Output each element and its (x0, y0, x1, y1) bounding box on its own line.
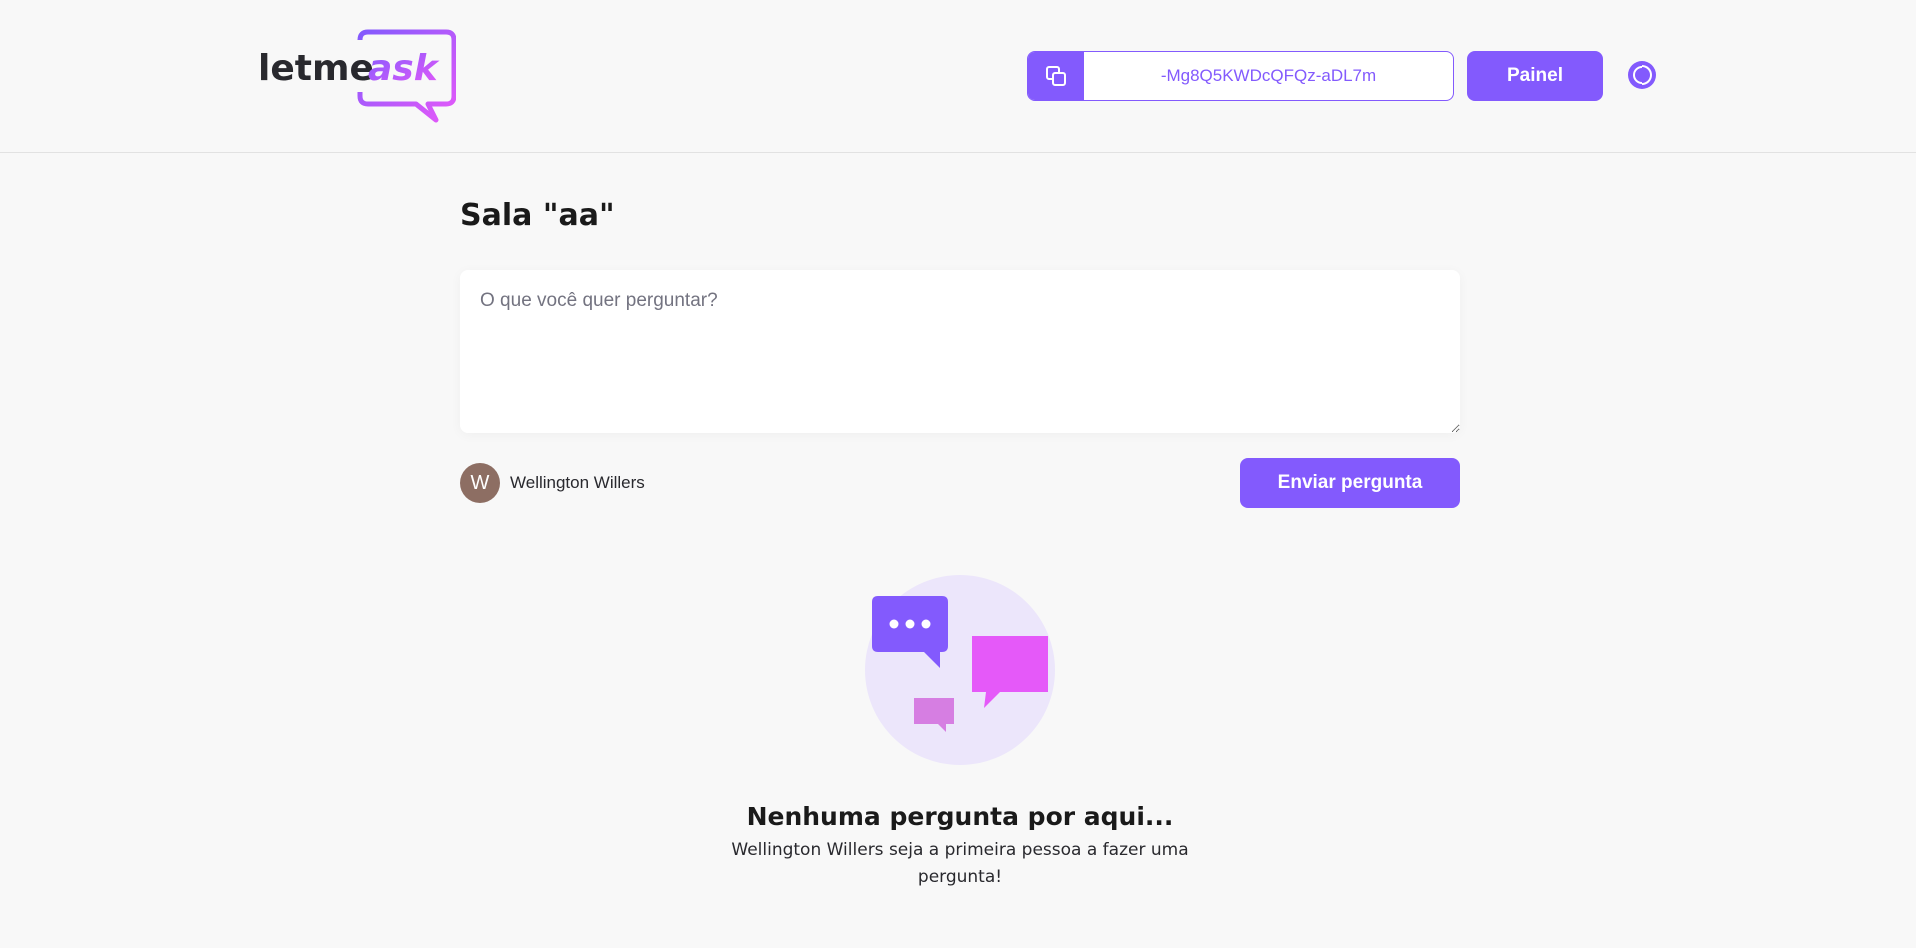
room-code-text: -Mg8Q5KWDcQFQz-aDL7m (1160, 66, 1377, 85)
page-title: Sala "aa" (460, 198, 615, 233)
theme-toggle-icon (1628, 61, 1656, 89)
panel-button[interactable]: Painel (1467, 51, 1603, 101)
page-header: letme ask -Mg8Q5KWDcQFQz-aDL7m Painel (0, 0, 1916, 153)
user-name: Wellington Willers (510, 473, 645, 492)
room-code-copy-button[interactable]: -Mg8Q5KWDcQFQz-aDL7m (1027, 51, 1454, 101)
empty-questions-illustration (865, 575, 1055, 765)
empty-questions-state: Nenhuma pergunta por aqui... Wellington … (460, 570, 1460, 891)
logo-text-accent: ask (368, 48, 440, 89)
question-form-footer: W Wellington Willers Enviar pergunta (460, 458, 1460, 508)
avatar: W (460, 463, 500, 503)
empty-state-text: Wellington Willers seja a primeira pesso… (731, 840, 1189, 887)
send-question-button[interactable]: Enviar pergunta (1240, 458, 1460, 508)
logo-text-main: letme (258, 48, 374, 89)
room-main: Sala "aa" W Wellington Willers Enviar pe… (460, 196, 1460, 887)
copy-icon[interactable] (1028, 52, 1084, 100)
user-info: W Wellington Willers (460, 463, 645, 503)
letmeask-logo[interactable]: letme ask (256, 28, 457, 124)
question-input[interactable] (460, 270, 1460, 433)
theme-toggle-button[interactable] (1625, 58, 1659, 92)
empty-state-title: Nenhuma pergunta por aqui... (746, 802, 1174, 831)
